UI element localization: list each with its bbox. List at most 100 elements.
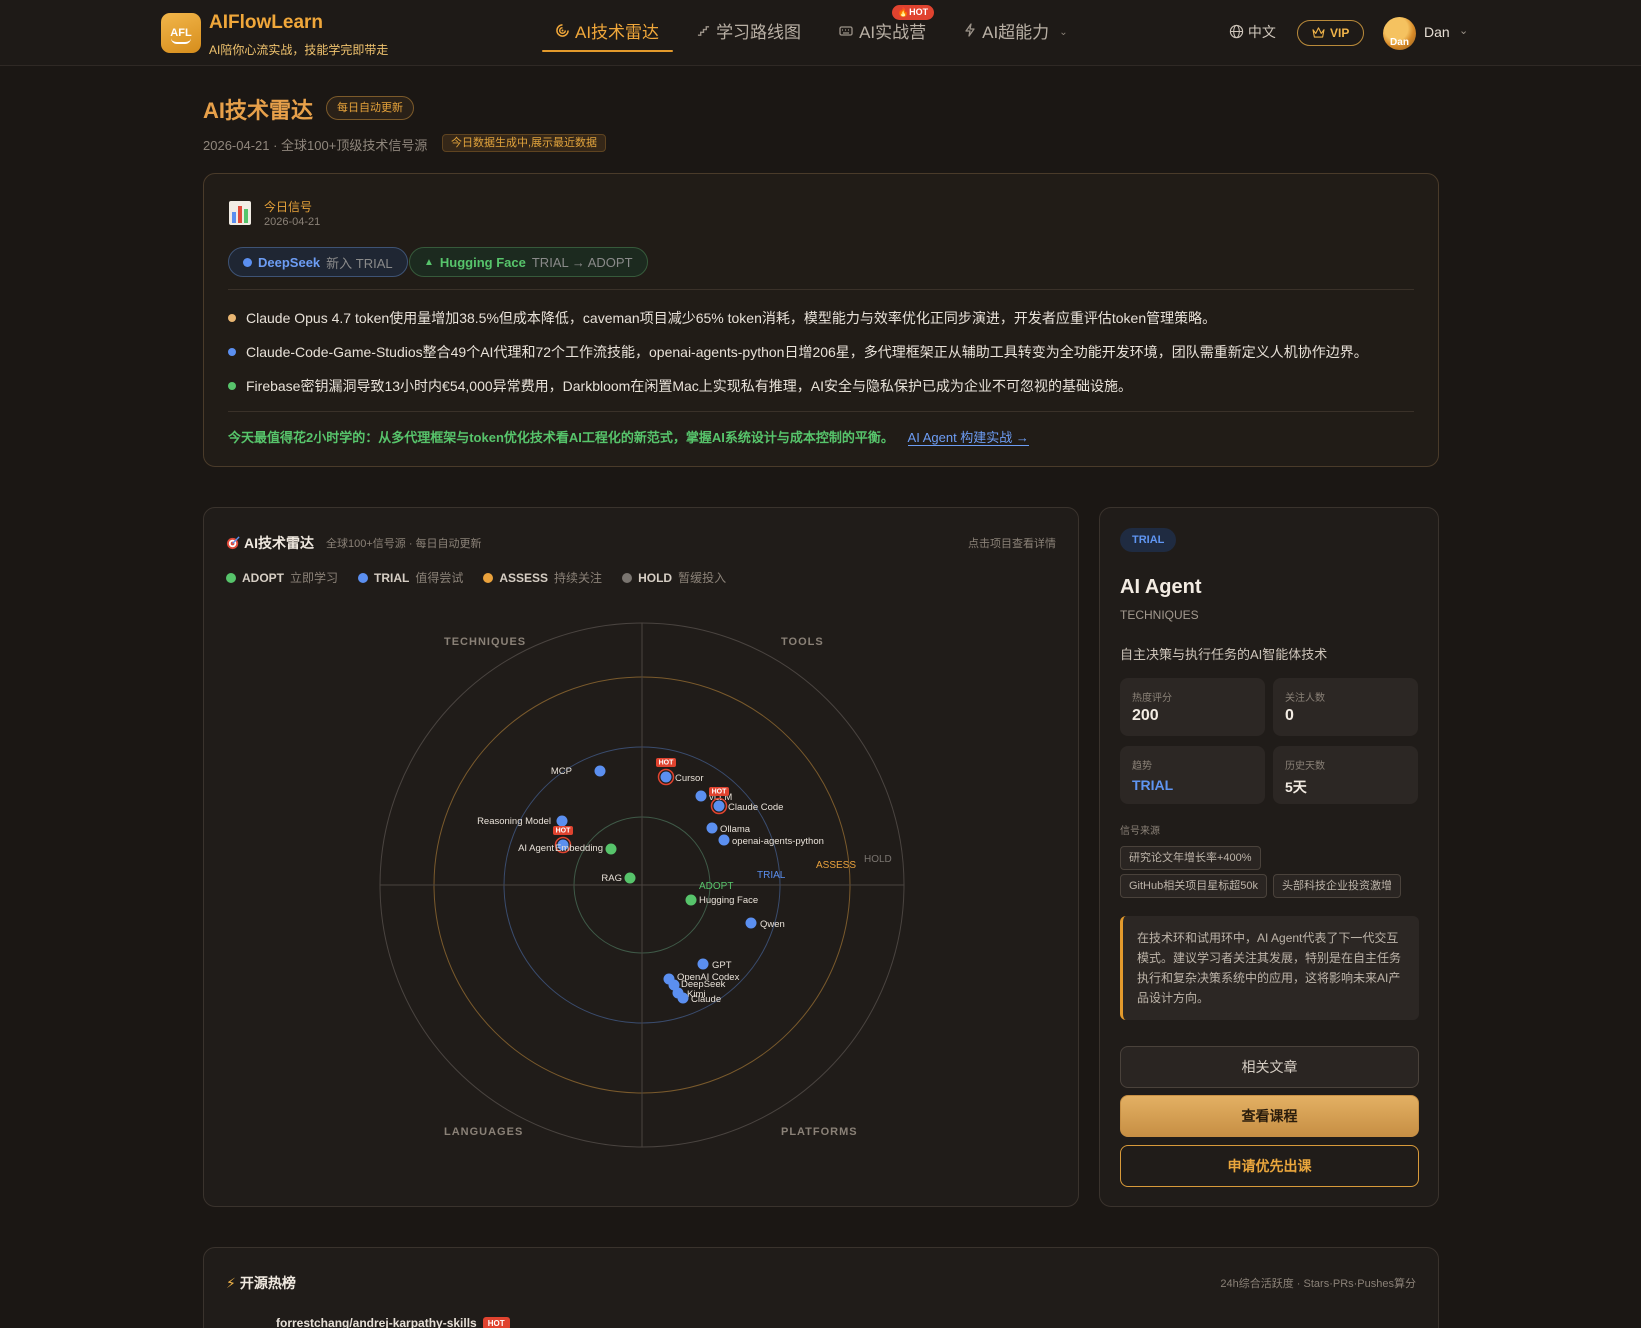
detail-description: 自主决策与执行任务的AI智能体技术 xyxy=(1120,647,1328,662)
radar-labels: TECHNIQUES TOOLS LANGUAGES PLATFORMS ADOPT TR… xyxy=(444,636,892,1138)
detail-category: TECHNIQUES xyxy=(1120,608,1199,622)
repo-row[interactable]: forrestchang/andrej-karpathy-skills HOT xyxy=(276,1316,510,1328)
radar-blip-hugging-face[interactable]: Hugging Face xyxy=(685,894,759,907)
blip-dot xyxy=(605,843,617,855)
blip-label: Reasoning Model xyxy=(477,816,551,827)
nav-tab-bootcamp[interactable]: AI实战营 🔥HOT xyxy=(825,0,940,66)
stat-trend: 趋势 TRIAL xyxy=(1120,746,1265,804)
signal-bullet: Firebase密钥漏洞导致13小时内€54,000异常费用，Darkbloom… xyxy=(228,376,1132,396)
vip-button[interactable]: VIP xyxy=(1297,20,1364,46)
brand-title[interactable]: AIFlowLearn xyxy=(209,12,323,34)
ring-label: ADOPT xyxy=(699,881,733,892)
radar-blip-reasoning-model[interactable]: Reasoning Model xyxy=(477,815,568,828)
radar-blip-gpt[interactable]: GPT xyxy=(697,958,732,972)
chip-name: Hugging Face xyxy=(439,254,526,270)
ring-badge: TRIAL xyxy=(1120,528,1177,552)
language-switch[interactable]: 中文 xyxy=(1229,22,1276,42)
chevron-down-icon: ⌄ xyxy=(1059,27,1068,38)
blip-dot xyxy=(745,917,757,929)
opensource-hint: 24h综合活跃度 · Stars·PRs·Pushes算分 xyxy=(1220,1278,1416,1290)
main-nav: AI技术雷达 学习路线图 AI实战营 🔥HOT AI超能力 ⌄ xyxy=(542,0,1092,66)
blip-dot xyxy=(660,771,672,783)
blip-dot xyxy=(713,800,725,812)
blip-label: RAG xyxy=(601,873,622,884)
repo-name: forrestchang/andrej-karpathy-skills xyxy=(276,1316,477,1328)
detail-note: 在技术环和试用环中，AI Agent代表了下一代交互模式。建议学习者关注其发展，… xyxy=(1120,916,1419,1020)
hot-tag-text: HOT xyxy=(712,789,728,796)
signal-bullet: Claude-Code-Game-Studios整合49个AI代理和72个工作流… xyxy=(228,342,1368,362)
related-articles-button[interactable]: 相关文章 xyxy=(1120,1046,1419,1088)
signal-label: 今日信号 xyxy=(264,200,313,214)
quadrant-label: TOOLS xyxy=(781,636,824,648)
blip-label: AI Agent xyxy=(518,843,554,854)
stat-history-days: 历史天数 5天 xyxy=(1273,746,1418,804)
blip-label: Claude xyxy=(691,994,721,1005)
opensource-title: ⚡ 开源热榜 xyxy=(226,1275,296,1291)
radar-blip-openai-agents-python[interactable]: openai-agents-python xyxy=(718,834,824,848)
bolt-icon xyxy=(964,0,976,66)
bullet-dot-icon xyxy=(228,382,236,390)
course-link[interactable]: AI Agent 构建实战 → xyxy=(907,430,1029,446)
stat-followers: 关注人数 0 xyxy=(1273,678,1418,736)
chip-meta: 新入 TRIAL xyxy=(326,255,393,271)
signal-chip-huggingface[interactable]: ▲ Hugging Face TRIAL → ADOPT xyxy=(409,247,648,277)
blip-dot xyxy=(556,815,568,827)
nav-tab-label: AI超能力 xyxy=(982,23,1050,42)
daily-update-badge: 每日自动更新 xyxy=(326,96,414,120)
vip-label: VIP xyxy=(1330,26,1350,40)
blip-label: Cursor xyxy=(675,773,704,784)
radar-blip-qwen[interactable]: Qwen xyxy=(745,917,785,931)
blip-label: Claude Code xyxy=(728,802,783,813)
source-tag: GitHub相关项目星标超50k xyxy=(1120,874,1267,898)
signal-date: 2026-04-21 xyxy=(264,216,321,228)
today-signal-card: 今日信号 2026-04-21 DeepSeek 新入 TRIAL ▲ Hugg… xyxy=(203,173,1439,467)
ring-label: HOLD xyxy=(864,854,892,865)
hot-badge: 🔥HOT xyxy=(891,5,935,20)
crown-icon xyxy=(1312,22,1325,46)
radar-icon xyxy=(556,0,569,66)
radar-blips: MCPHOTCursorvLLMHOTClaude CodeReasoning … xyxy=(477,758,824,1005)
source-tag: 头部科技企业投资激增 xyxy=(1273,874,1401,898)
chip-name: DeepSeek xyxy=(258,254,321,270)
hot-badge: HOT xyxy=(482,1317,510,1328)
blip-label: openai-agents-python xyxy=(732,836,824,847)
radar-blip-mcp[interactable]: MCP xyxy=(551,765,606,778)
signal-bullet: Claude Opus 4.7 token使用量增加38.5%但成本降低，cav… xyxy=(228,308,1216,328)
logo[interactable]: AFL xyxy=(161,13,201,53)
avatar[interactable]: Dan xyxy=(1383,17,1416,50)
bar-chart-icon xyxy=(228,200,252,226)
blip-label: GPT xyxy=(712,960,732,971)
radar-blip-rag[interactable]: RAG xyxy=(601,872,636,885)
globe-icon xyxy=(1229,24,1244,42)
radar-blip-cursor[interactable]: HOTCursor xyxy=(656,758,704,786)
data-status-badge: 今日数据生成中,展示最近数据 xyxy=(442,134,607,152)
stairs-icon xyxy=(697,0,710,66)
signal-chip-deepseek[interactable]: DeepSeek 新入 TRIAL xyxy=(228,247,408,277)
blip-label: Qwen xyxy=(760,919,785,930)
blip-dot xyxy=(695,790,707,802)
nav-tab-roadmap[interactable]: 学习路线图 xyxy=(683,0,815,66)
radar-blip-embedding[interactable]: Embedding xyxy=(555,843,617,855)
radar-blip-ollama[interactable]: Ollama xyxy=(706,822,751,836)
signal-recommendation: 今天最值得花2小时学的：从多代理框架与token优化技术看AI工程化的新范式，掌… xyxy=(228,430,1029,446)
page-title: AI技术雷达 xyxy=(203,98,314,123)
stat-heat-score: 热度评分 200 xyxy=(1120,678,1265,736)
view-course-button[interactable]: 查看课程 xyxy=(1120,1095,1419,1137)
blip-dot xyxy=(594,765,606,777)
user-name[interactable]: Dan xyxy=(1424,24,1450,40)
quadrant-label: TECHNIQUES xyxy=(444,636,526,648)
language-label: 中文 xyxy=(1247,24,1276,40)
radar-chart: TECHNIQUES TOOLS LANGUAGES PLATFORMS ADOPT TR… xyxy=(379,622,905,1148)
nav-tab-superpowers[interactable]: AI超能力 ⌄ xyxy=(950,0,1081,66)
sources-label: 信号来源 xyxy=(1120,826,1160,837)
nav-tab-label: 学习路线图 xyxy=(716,23,802,42)
blip-dot xyxy=(685,894,697,906)
divider xyxy=(228,289,1414,290)
chevron-down-icon[interactable]: ⌄ xyxy=(1459,24,1468,37)
request-priority-button[interactable]: 申请优先出课 xyxy=(1120,1145,1419,1187)
hot-tag-text: HOT xyxy=(659,760,675,767)
nav-tab-radar[interactable]: AI技术雷达 xyxy=(542,0,674,66)
chip-meta: TRIAL → ADOPT xyxy=(531,254,633,270)
page-subtitle: 2026-04-21 · 全球100+顶级技术信号源 xyxy=(203,138,428,153)
radar-blip-claude[interactable]: Claude xyxy=(677,992,722,1006)
